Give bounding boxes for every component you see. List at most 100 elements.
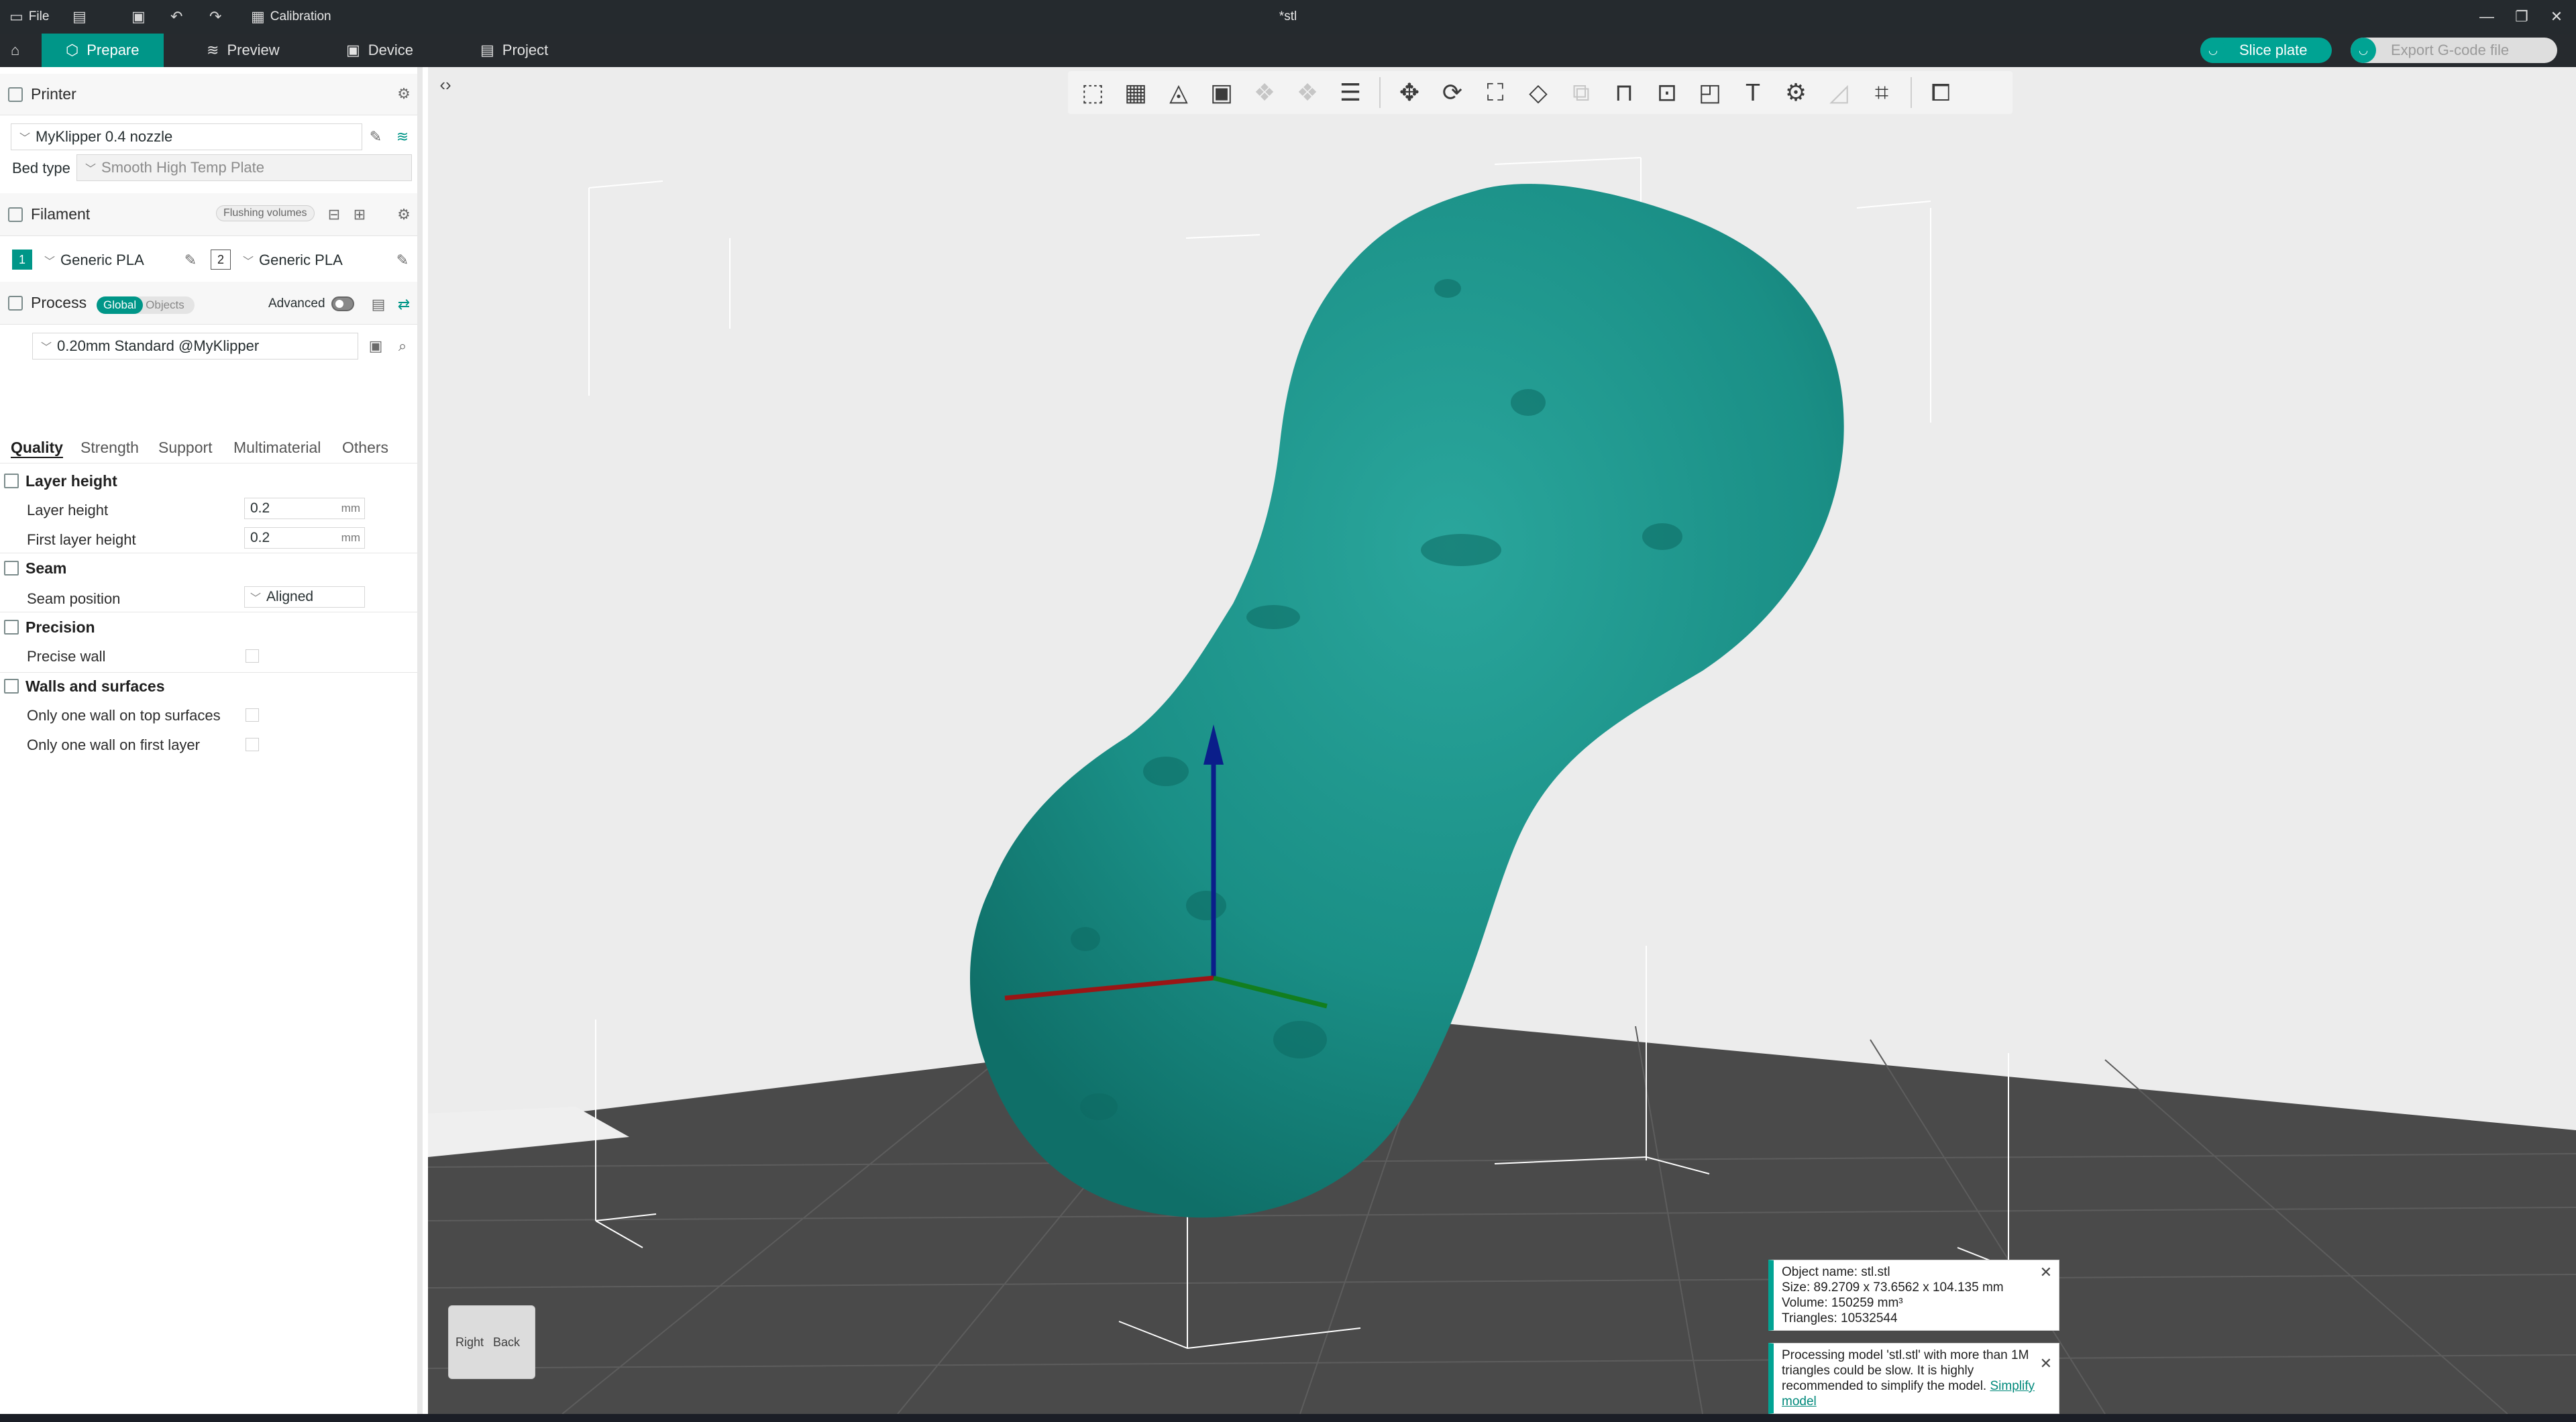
layer-height-input[interactable]: 0.2 mm <box>244 498 365 519</box>
assembly-button[interactable]: ⚙ <box>1776 73 1815 112</box>
precise-wall-checkbox[interactable] <box>246 649 259 663</box>
bed-type-select[interactable]: ﹀ Smooth High Temp Plate <box>76 154 412 181</box>
minimize-button[interactable]: — <box>2470 0 2504 34</box>
process-section-title: Process <box>31 294 87 311</box>
advanced-label: Advanced <box>268 296 325 311</box>
calibration-menu[interactable]: ▦ Calibration <box>251 0 331 34</box>
objects-toggle-option[interactable]: Objects <box>143 296 187 314</box>
add-filament-icon[interactable]: ⊞ <box>350 205 369 224</box>
edit-filament-2-icon[interactable]: ✎ <box>393 251 412 270</box>
tab-preview[interactable]: ≋ Preview <box>182 34 304 67</box>
seam-position-select[interactable]: ﹀ Aligned <box>244 586 365 608</box>
first-layer-height-input[interactable]: 0.2 mm <box>244 527 365 549</box>
global-objects-toggle[interactable]: Global Objects <box>97 296 195 314</box>
undo-button[interactable]: ↶ <box>170 0 182 34</box>
slice-plate-button[interactable]: ◡ Slice plate <box>2200 38 2332 63</box>
split-parts-icon: ❖ <box>1296 78 1319 106</box>
global-toggle-option[interactable]: Global <box>97 296 144 314</box>
chevron-down-icon: ﹀ <box>19 133 31 144</box>
split-objects-button[interactable]: ❖ <box>1245 73 1284 112</box>
filament-settings-icon[interactable]: ⚙ <box>394 205 413 224</box>
lay-on-face-button[interactable]: ◇ <box>1519 73 1558 112</box>
close-warning-button[interactable]: ✕ <box>2040 1356 2052 1371</box>
tab-device[interactable]: ▣ Device <box>322 34 437 67</box>
edit-filament-1-icon[interactable]: ✎ <box>181 251 200 270</box>
cut-button[interactable]: ⊓ <box>1605 73 1644 112</box>
scene-canvas[interactable] <box>428 67 2576 1414</box>
measure-icon: ⌗ <box>1874 78 1889 106</box>
restore-icon: ❐ <box>2515 8 2528 25</box>
tab-others[interactable]: Others <box>342 439 388 457</box>
tab-strength[interactable]: Strength <box>80 439 139 457</box>
first-layer-height-value: 0.2 <box>250 530 270 545</box>
one-wall-top-checkbox[interactable] <box>246 708 259 722</box>
close-window-button[interactable]: ✕ <box>2540 0 2573 34</box>
seam-paint-button[interactable]: ◰ <box>1690 73 1729 112</box>
seam-paint-icon: ◰ <box>1698 78 1721 106</box>
process-compare-icon[interactable]: ⇄ <box>394 295 413 314</box>
main-nav: ⌂ ⬡ Prepare ≋ Preview ▣ Device ▤ Project <box>0 34 2576 67</box>
filament-section-title: Filament <box>31 205 91 223</box>
file-menu[interactable]: ▭ File <box>9 0 49 34</box>
tab-support[interactable]: Support <box>158 439 213 457</box>
move-button[interactable]: ✥ <box>1390 73 1429 112</box>
collapse-sidebar-button[interactable]: ‹› <box>432 71 459 98</box>
layer-height-group-title: Layer height <box>25 472 117 490</box>
add-plate-button[interactable]: ▦ <box>1116 73 1155 112</box>
edit-printer-icon[interactable]: ✎ <box>366 127 385 146</box>
flushing-volumes-button[interactable]: Flushing volumes <box>216 205 315 221</box>
redo-button[interactable]: ↷ <box>209 0 221 34</box>
measure-button[interactable]: ⌗ <box>1862 73 1901 112</box>
tab-quality[interactable]: Quality <box>11 439 63 457</box>
text-button[interactable]: T <box>1733 73 1772 112</box>
wifi-icon[interactable]: ≋ <box>393 127 412 146</box>
filament-slot-1-badge: 1 <box>12 250 32 270</box>
search-icon[interactable]: ⌕ <box>393 337 412 356</box>
split-parts-button[interactable]: ❖ <box>1288 73 1327 112</box>
tab-prepare[interactable]: ⬡ Prepare <box>42 34 164 67</box>
auto-orient-button[interactable]: ◬ <box>1159 73 1198 112</box>
filament-slot-2-name: Generic PLA <box>259 252 343 268</box>
object-name: Object name: stl.stl <box>1782 1265 1890 1279</box>
window-title: *stl <box>1279 9 1297 23</box>
advanced-toggle[interactable] <box>331 296 354 311</box>
object-info-panel: Object name: stl.stl Size: 89.2709 x 73.… <box>1768 1260 2059 1331</box>
printer-icon <box>8 87 23 102</box>
printer-name: MyKlipper 0.4 nozzle <box>36 128 173 145</box>
view-cube-back[interactable]: Back <box>493 1335 520 1350</box>
printer-select[interactable]: ﹀ MyKlipper 0.4 nozzle <box>11 123 362 150</box>
undo-icon: ↶ <box>170 8 183 25</box>
seam-position-value: Aligned <box>266 589 314 604</box>
home-button[interactable]: ⌂ <box>0 34 30 67</box>
scale-button[interactable]: ⛶ <box>1476 73 1515 112</box>
one-wall-first-checkbox[interactable] <box>246 738 259 751</box>
tab-project[interactable]: ▤ Project <box>456 34 572 67</box>
restore-button[interactable]: ❐ <box>2505 0 2538 34</box>
minimize-icon: — <box>2479 8 2494 25</box>
notes-button[interactable]: ▤ <box>72 0 87 34</box>
support-paint-button[interactable]: ⊡ <box>1648 73 1686 112</box>
remove-filament-icon[interactable]: ⊟ <box>325 205 343 224</box>
assemble-view-button[interactable]: ⧠ <box>1921 73 1960 112</box>
tab-multimaterial[interactable]: Multimaterial <box>233 439 321 457</box>
printer-settings-icon[interactable]: ⚙ <box>394 85 413 103</box>
add-object-button[interactable]: ⬚ <box>1073 73 1112 112</box>
variable-layer-button[interactable]: ◿ <box>1819 73 1858 112</box>
save-preset-icon[interactable]: ▣ <box>366 337 385 356</box>
arrange-button[interactable]: ▣ <box>1202 73 1241 112</box>
filament-slot-2-select[interactable]: ﹀ Generic PLA <box>235 247 390 274</box>
filament-slot-1-select[interactable]: ﹀ Generic PLA <box>36 247 177 274</box>
view-cube-right[interactable]: Right <box>455 1335 484 1350</box>
export-gcode-button[interactable]: ◡ Export G-code file <box>2351 38 2557 63</box>
boolean-button[interactable]: ⧉ <box>1562 73 1601 112</box>
bed-type-value: Smooth High Temp Plate <box>101 159 264 176</box>
rotate-button[interactable]: ⟳ <box>1433 73 1472 112</box>
title-bar: ▭ File ▤ ▣ ↶ ↷ ▦ Calibration *stl — ❐ ✕ <box>0 0 2576 34</box>
layers-button[interactable]: ☰ <box>1331 73 1370 112</box>
close-object-info-button[interactable]: ✕ <box>2040 1264 2052 1280</box>
view-cube[interactable]: Right Back <box>448 1305 535 1379</box>
process-preset-select[interactable]: ﹀ 0.20mm Standard @MyKlipper <box>32 333 358 360</box>
3d-viewport[interactable]: ‹› ⬚ ▦ ◬ ▣ ❖ ❖ ☰ ✥ ⟳ ⛶ ◇ ⧉ ⊓ ⊡ ◰ T ⚙ ◿ ⌗… <box>428 67 2576 1414</box>
save-button[interactable]: ▣ <box>131 0 146 34</box>
process-notes-icon[interactable]: ▤ <box>369 295 388 314</box>
